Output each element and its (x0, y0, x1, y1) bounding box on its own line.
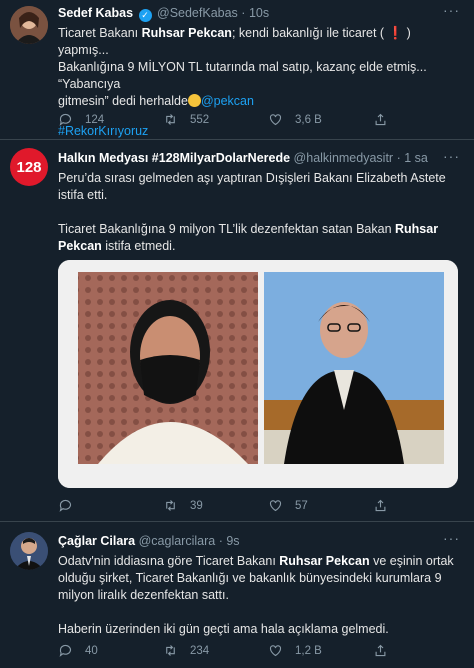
text: Peru’da sırası gelmeden aşı yaptıran Dış… (58, 171, 446, 202)
tweet-actions: 40 234 1,2 B (58, 643, 458, 659)
share-icon (375, 644, 386, 657)
reply-icon (59, 499, 72, 512)
tweet-text: Peru’da sırası gelmeden aşı yaptıran Dış… (58, 170, 458, 272)
retweet-icon (166, 500, 175, 511)
retweet-count: 552 (190, 113, 210, 126)
separator: · (218, 534, 223, 548)
text: Ticaret Bakanlığına 9 milyon TL’lik deze… (58, 222, 395, 236)
more-icon[interactable]: ··· (443, 530, 460, 546)
share-button[interactable] (373, 498, 388, 513)
text: gitmesin” dedi herhalde (58, 94, 188, 108)
author-name[interactable]: Halkın Medyası #128MilyarDolarNerede (58, 151, 290, 165)
reply-count: 40 (85, 644, 98, 657)
like-button[interactable]: 1,2 B (268, 643, 322, 658)
author-name[interactable]: Çağlar Cilara (58, 534, 135, 548)
text: Bakanlığına 9 MİLYON TL tutarında mal sa… (58, 60, 427, 91)
red-exclamation-icon: ❗ (387, 26, 404, 40)
retweet-button[interactable]: 552 (163, 112, 209, 127)
reply-icon (59, 644, 72, 657)
text: ; kendi bakanlığı ile ticaret ( (231, 26, 385, 40)
author-name[interactable]: Sedef Kabas (58, 6, 133, 20)
tweet-header: Sedef Kabas ✓ @SedefKabas · 10s (58, 6, 269, 22)
author-handle[interactable]: @SedefKabas (157, 6, 238, 20)
reply-button[interactable]: 40 (58, 643, 98, 658)
more-icon[interactable]: ··· (443, 2, 460, 18)
tweet-header: Çağlar Cilara @caglarcilara · 9s (58, 534, 240, 548)
news-photo-collage (58, 260, 458, 488)
like-icon (269, 645, 282, 657)
like-count: 57 (295, 499, 308, 512)
avatar[interactable] (10, 6, 48, 44)
more-icon[interactable]: ··· (443, 148, 460, 164)
avatar[interactable] (10, 532, 48, 570)
text: Odatv'nin iddiasına göre Ticaret Bakanı (58, 554, 280, 568)
reply-icon (59, 113, 72, 126)
tweet-halkin-medyasi[interactable]: 128 Halkın Medyası #128MilyarDolarNerede… (0, 140, 474, 518)
text: Ticaret Bakanı (58, 26, 142, 40)
author-handle[interactable]: @halkinmedyasitr (294, 151, 394, 165)
share-button[interactable] (373, 112, 388, 127)
like-button[interactable]: 57 (268, 498, 308, 513)
retweet-button[interactable]: 234 (163, 643, 209, 658)
retweet-icon (166, 114, 175, 125)
text: Haberin üzerinden iki gün geçti ama hala… (58, 622, 389, 636)
mention-link[interactable]: @pekcan (201, 94, 254, 108)
like-count: 3,6 B (295, 113, 322, 126)
share-icon (375, 113, 386, 126)
laughing-emoji-icon (187, 94, 201, 107)
text: istifa etmedi. (101, 239, 176, 253)
tweet-actions: 39 57 (58, 498, 458, 514)
separator: · (241, 6, 246, 20)
share-button[interactable] (373, 643, 388, 658)
reply-button[interactable]: 124 (58, 112, 104, 127)
separator: · (396, 151, 401, 165)
like-button[interactable]: 3,6 B (268, 112, 322, 127)
bold-text: Ruhsar Pekcan (141, 26, 232, 40)
tweet-sedef-kabas[interactable]: Sedef Kabas ✓ @SedefKabas · 10s ··· Tica… (0, 0, 474, 138)
tweet-actions: 124 552 3,6 B (58, 112, 458, 128)
timestamp[interactable]: 1 sa (404, 151, 428, 165)
tweet-text: Odatv'nin iddiasına göre Ticaret Bakanı … (58, 553, 458, 655)
retweet-count: 234 (190, 644, 210, 657)
like-count: 1,2 B (295, 644, 322, 657)
retweet-button[interactable]: 39 (163, 498, 203, 513)
like-icon (269, 500, 282, 512)
reply-count: 124 (85, 113, 105, 126)
reply-button[interactable] (58, 498, 85, 513)
timestamp[interactable]: 9s (226, 534, 239, 548)
tweet-caglar-cilara[interactable]: Çağlar Cilara @caglarcilara · 9s ··· Oda… (0, 522, 474, 668)
like-icon (269, 114, 282, 126)
timestamp[interactable]: 10s (249, 6, 269, 20)
author-handle[interactable]: @caglarcilara (139, 534, 216, 548)
tweet-header: Halkın Medyası #128MilyarDolarNerede @ha… (58, 151, 428, 165)
retweet-count: 39 (190, 499, 203, 512)
tweet-media[interactable] (58, 260, 458, 488)
verified-icon: ✓ (138, 9, 152, 22)
retweet-icon (166, 645, 175, 656)
avatar-text: 128 (16, 158, 42, 176)
avatar[interactable]: 128 (10, 148, 48, 186)
bold-text: Ruhsar Pekcan (279, 554, 370, 568)
share-icon (375, 499, 386, 512)
